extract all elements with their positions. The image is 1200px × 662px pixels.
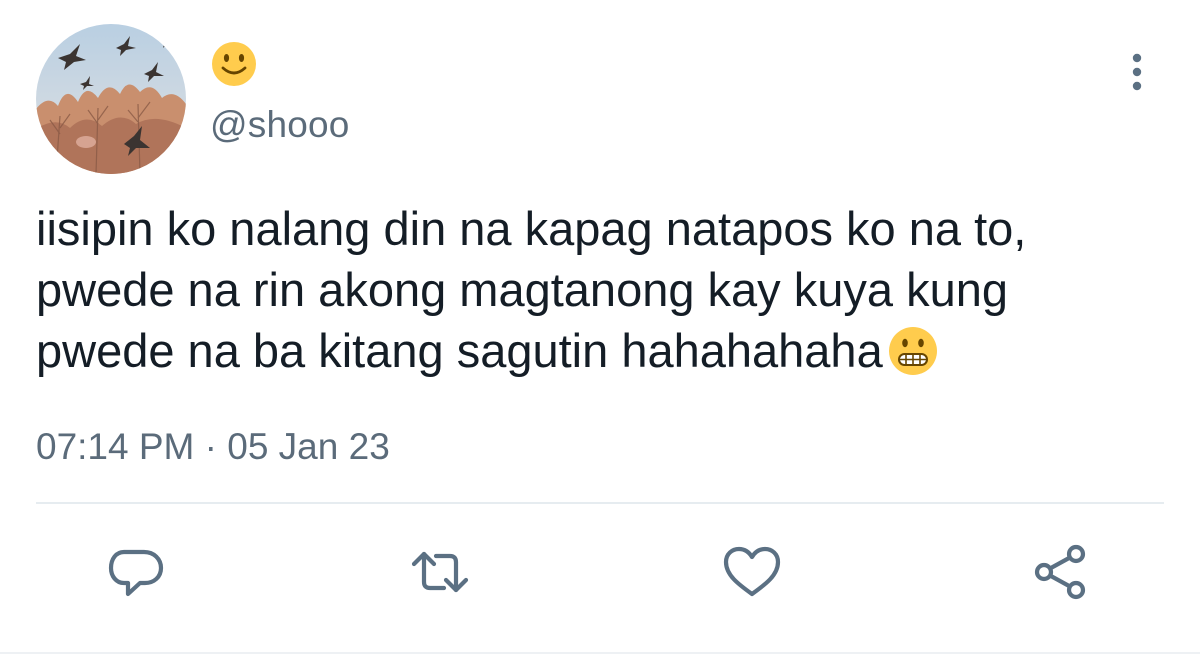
display-name-emoji[interactable]: [210, 40, 258, 88]
tweet-card: @shooo iisipin ko nalang din na kapag na…: [0, 0, 1200, 662]
tweet-text-line-content: pwede na ba kitang sagutin hahahahaha: [36, 324, 883, 377]
grimacing-face-icon: [887, 325, 939, 377]
user-handle[interactable]: @shooo: [210, 104, 350, 146]
more-options-icon: [1132, 53, 1142, 91]
share-icon: [1034, 544, 1086, 600]
tweet-text-line: iisipin ko nalang din na kapag natapos k…: [36, 202, 1027, 255]
slightly-smiling-face-icon: [212, 42, 256, 86]
tweet-text-line: pwede na rin akong magtanong kay kuya ku…: [36, 263, 1008, 316]
divider: [36, 502, 1164, 504]
share-button[interactable]: [1030, 540, 1094, 604]
like-button[interactable]: [720, 540, 784, 604]
avatar-image: [36, 24, 186, 174]
tweet-text: iisipin ko nalang din na kapag natapos k…: [36, 198, 1166, 381]
bottom-divider: [0, 652, 1200, 654]
tweet-timestamp[interactable]: 07:14 PM · 05 Jan 23: [36, 426, 390, 468]
retweet-button[interactable]: [408, 540, 472, 604]
reply-icon: [108, 549, 164, 597]
retweet-icon: [411, 551, 469, 593]
tweet-text-line: pwede na ba kitang sagutin hahahahaha: [36, 320, 1166, 381]
avatar[interactable]: [36, 24, 186, 174]
reply-button[interactable]: [104, 540, 168, 604]
heart-icon: [723, 546, 781, 597]
more-options-button[interactable]: [1118, 52, 1156, 96]
